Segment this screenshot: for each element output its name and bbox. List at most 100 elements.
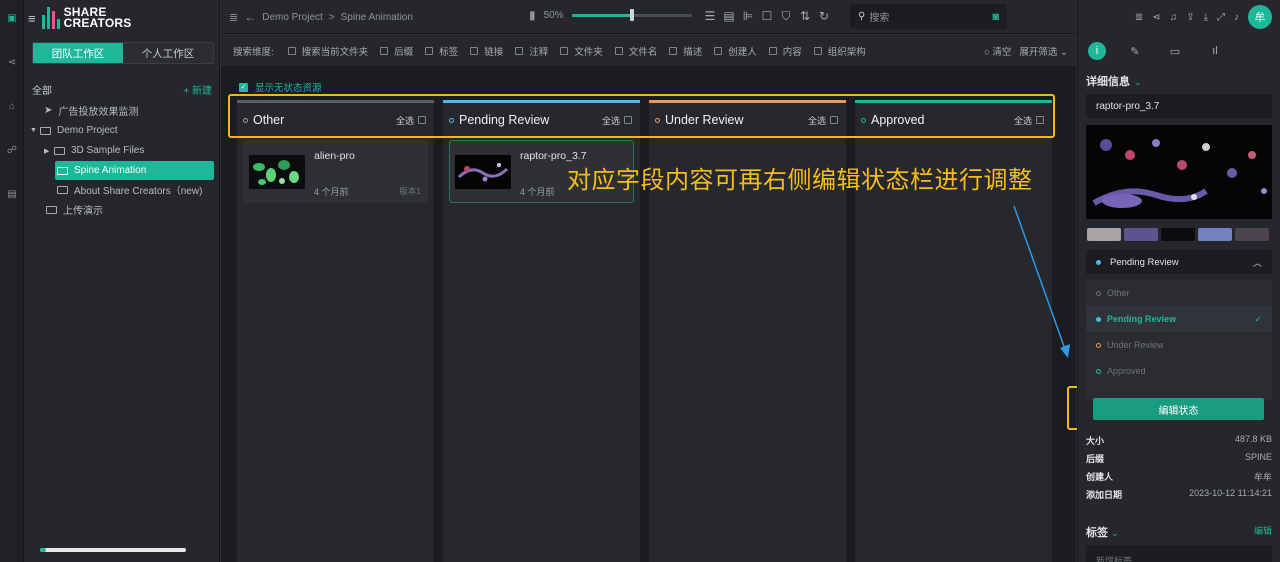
clear-filter-button[interactable]: ○ 清空 — [984, 44, 1011, 58]
meta-key: 后缀 — [1086, 454, 1105, 464]
bell-icon[interactable]: ♪ — [1234, 12, 1239, 23]
color-swatch[interactable] — [1161, 228, 1195, 241]
tree-item-spine-animation[interactable]: Spine Animation — [55, 161, 214, 180]
meta-suffix: 后缀 SPINE — [1086, 452, 1272, 465]
zoom-slider[interactable] — [571, 8, 692, 21]
filter-tags[interactable]: 标签 — [425, 44, 458, 58]
sort-icon[interactable]: ⇅ — [798, 8, 812, 24]
info-tab-icon[interactable]: i — [1088, 42, 1106, 60]
share-icon[interactable]: ⋖ — [0, 52, 24, 72]
fullscreen-icon[interactable]: ⤢ — [1217, 12, 1225, 23]
share-icon[interactable]: ⋖ — [1152, 12, 1160, 23]
color-swatch[interactable] — [1235, 228, 1269, 241]
view-tools: ☰ ▤ ⊫ ☐ ⛉ ⇅ ↻ — [703, 8, 831, 24]
file-name-field[interactable]: raptor-pro_3.7 — [1086, 94, 1272, 118]
image-search-icon[interactable]: ◙ — [992, 11, 999, 23]
folder-icon — [57, 166, 68, 175]
list-view-icon[interactable]: ☰ — [703, 8, 717, 24]
refresh-icon[interactable]: ↻ — [817, 8, 831, 24]
filter-filename[interactable]: 文件名 — [614, 44, 657, 58]
upload-icon[interactable]: ⇪ — [1186, 12, 1194, 23]
filter-actions: ○ 清空 展开筛选 ⌄ — [984, 44, 1068, 58]
tab-team-workspace[interactable]: 团队工作区 — [33, 43, 123, 63]
color-swatch[interactable] — [1087, 228, 1121, 241]
checkbox[interactable] — [560, 46, 569, 55]
filter-notes[interactable]: 注释 — [515, 44, 548, 58]
filter-content[interactable]: 内容 — [768, 44, 802, 58]
storage-icon[interactable]: ▤ — [0, 184, 24, 204]
checkbox[interactable] — [515, 46, 524, 55]
folder-tab-icon[interactable]: ▭ — [1164, 42, 1186, 60]
annotate-tab-icon[interactable]: ✎ — [1124, 42, 1146, 60]
expand-filter-button[interactable]: 展开筛选 ⌄ — [1019, 44, 1068, 58]
files-icon[interactable]: ▣ — [0, 8, 24, 28]
edit-tags-button[interactable]: 编辑 — [1254, 524, 1272, 540]
checkbox[interactable] — [287, 46, 296, 55]
list-icon[interactable]: ≣ — [1135, 12, 1143, 23]
status-option-under-review[interactable]: Under Review — [1086, 332, 1272, 358]
tags-title[interactable]: 标签 ⌄ — [1086, 524, 1119, 540]
asset-time: 4 个月前 — [520, 187, 555, 197]
tree-item-3d-sample-files[interactable]: ▶ 3D Sample Files — [44, 141, 144, 160]
filter-links[interactable]: 链接 — [470, 44, 503, 58]
filter-icon[interactable]: ⛉ — [779, 8, 793, 24]
status-option-other[interactable]: Other — [1086, 280, 1272, 306]
show-no-status-toggle[interactable]: ✓ 显示无状态资源 — [239, 80, 322, 94]
checkbox[interactable] — [813, 46, 822, 55]
status-option-pending-review[interactable]: Pending Review ✓ — [1086, 306, 1272, 332]
edit-status-button[interactable]: 编辑状态 — [1093, 398, 1264, 420]
people-icon[interactable]: ☍ — [0, 140, 24, 160]
status-options: Other Pending Review ✓ Under Review Appro… — [1086, 280, 1272, 400]
tags-title-label: 标签 — [1086, 527, 1108, 539]
new-folder-button[interactable]: + 新建 — [183, 82, 212, 97]
checked-checkbox-icon[interactable]: ✓ — [239, 82, 248, 92]
checkbox[interactable] — [380, 46, 389, 55]
tree-item-ad-monitor[interactable]: ➤ 广告投放效果监测 — [44, 101, 138, 120]
align-icon[interactable]: ⊫ — [741, 8, 755, 24]
home-icon[interactable]: ⌂ — [0, 96, 24, 116]
details-section-title[interactable]: 详细信息 ⌄ — [1086, 73, 1142, 89]
tab-personal-workspace[interactable]: 个人工作区 — [123, 43, 213, 63]
zoom-slider-handle[interactable] — [629, 8, 634, 21]
filter-option-label: 后缀 — [394, 46, 414, 58]
filter-current-folder[interactable]: 搜索当前文件夹 — [287, 44, 368, 58]
caret-right-icon[interactable]: ▶ — [44, 147, 54, 155]
breadcrumb-project[interactable]: Demo Project — [262, 12, 323, 23]
tree-item-about-share-creators[interactable]: About Share Creators（new) — [57, 180, 202, 199]
filter-creator[interactable]: 创建人 — [714, 44, 757, 58]
stats-tab-icon[interactable]: ıl — [1204, 42, 1226, 60]
tree-item-demo-project[interactable]: ▼ Demo Project — [30, 121, 118, 140]
back-arrow-icon[interactable]: ← — [244, 10, 256, 24]
checkbox[interactable] — [614, 46, 623, 55]
detail-view-icon[interactable]: ▤ — [722, 8, 736, 24]
download-icon[interactable]: ⤓ — [1204, 12, 1208, 23]
tree-root-label[interactable]: 全部 — [32, 82, 52, 97]
notification-icon[interactable]: ♫ — [1170, 12, 1178, 23]
caret-down-icon[interactable]: ▼ — [30, 127, 40, 134]
filter-organization[interactable]: 组织架构 — [813, 44, 866, 58]
checkbox[interactable] — [425, 46, 434, 55]
color-swatch[interactable] — [1198, 228, 1232, 241]
status-option-approved[interactable]: Approved — [1086, 358, 1272, 384]
asset-card[interactable]: alien-pro 4 个月前 版本1 — [243, 140, 428, 203]
select-box-icon[interactable]: ☐ — [760, 8, 774, 24]
filter-suffix[interactable]: 后缀 — [380, 44, 413, 58]
filter-folder[interactable]: 文件夹 — [560, 44, 603, 58]
asset-title: alien-pro — [314, 150, 355, 162]
tree-item-upload-demo[interactable]: 上传演示 — [46, 200, 103, 219]
color-swatch[interactable] — [1124, 228, 1158, 241]
checkbox[interactable] — [470, 46, 479, 55]
status-dot-icon — [1096, 368, 1101, 374]
checkbox[interactable] — [714, 46, 723, 55]
checkbox[interactable] — [768, 46, 777, 55]
filter-description[interactable]: 描述 — [669, 44, 702, 58]
checkbox[interactable] — [669, 46, 678, 55]
new-tag-input[interactable]: 新增标签 — [1086, 545, 1272, 562]
search-box[interactable]: ⚲ 搜索 ◙ — [850, 4, 1007, 29]
menu-icon[interactable]: ≡ — [28, 11, 36, 26]
status-dropdown[interactable]: Pending Review ︿ — [1086, 250, 1272, 274]
search-input[interactable]: 搜索 — [869, 9, 889, 24]
avatar[interactable]: 牟 — [1248, 5, 1272, 29]
collapse-sidebar-icon[interactable]: ≣ — [229, 11, 238, 24]
zoom-level: 50% — [543, 9, 564, 21]
